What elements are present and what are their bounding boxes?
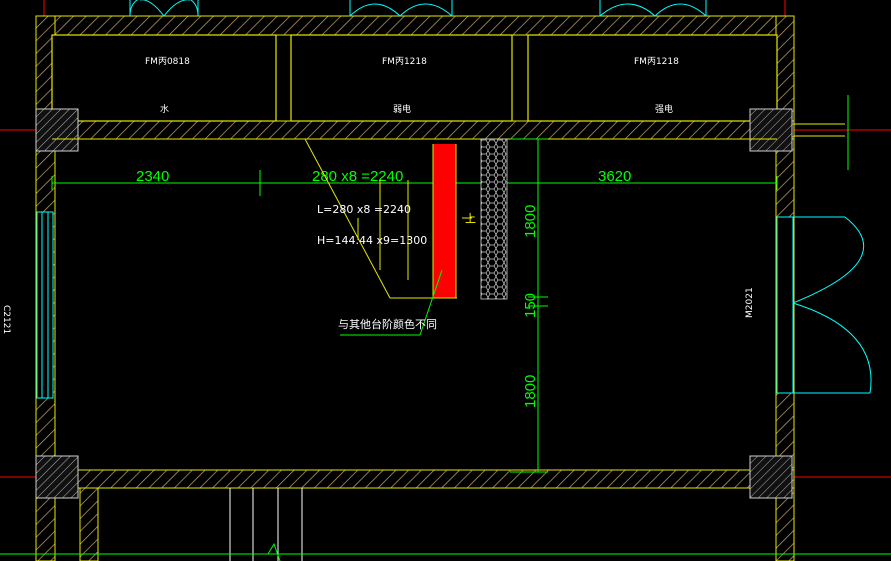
room-1-name: 水 bbox=[160, 103, 169, 115]
room-1-door-code: FM丙0818 bbox=[145, 56, 190, 67]
dim-v-mid: 150 bbox=[522, 293, 539, 318]
dim-v-top: 1800 bbox=[522, 205, 539, 238]
dim-v-bot: 1800 bbox=[522, 375, 539, 408]
top-door-swings bbox=[129, 0, 707, 17]
window-code: C2121 bbox=[1, 305, 11, 334]
room-3-name: 强电 bbox=[655, 103, 673, 115]
stair-color-note: 与其他台阶颜色不同 bbox=[338, 317, 437, 331]
dim-left: 2340 bbox=[136, 168, 169, 185]
room-3-door-code: FM丙1218 bbox=[634, 56, 679, 67]
dim-middle: 280 x8 =2240 bbox=[312, 168, 403, 185]
stair bbox=[304, 138, 508, 300]
left-window bbox=[36, 211, 54, 399]
stair-length-formula: L=280 x8 =2240 bbox=[317, 203, 411, 216]
room-2-name: 弱电 bbox=[393, 103, 411, 115]
cad-floor-plan: C2121 M2021 FM丙0818 水 FM丙1218 弱电 FM丙1218… bbox=[0, 0, 891, 561]
door-code: M2021 bbox=[745, 287, 755, 318]
right-door bbox=[776, 216, 872, 394]
dim-right: 3620 bbox=[598, 168, 631, 185]
stair-up-mark: 上 bbox=[465, 212, 476, 225]
stair-height-formula: H=144.44 x9=1300 bbox=[317, 234, 427, 247]
room-2-door-code: FM丙1218 bbox=[382, 56, 427, 67]
bottom-lines bbox=[229, 488, 303, 561]
